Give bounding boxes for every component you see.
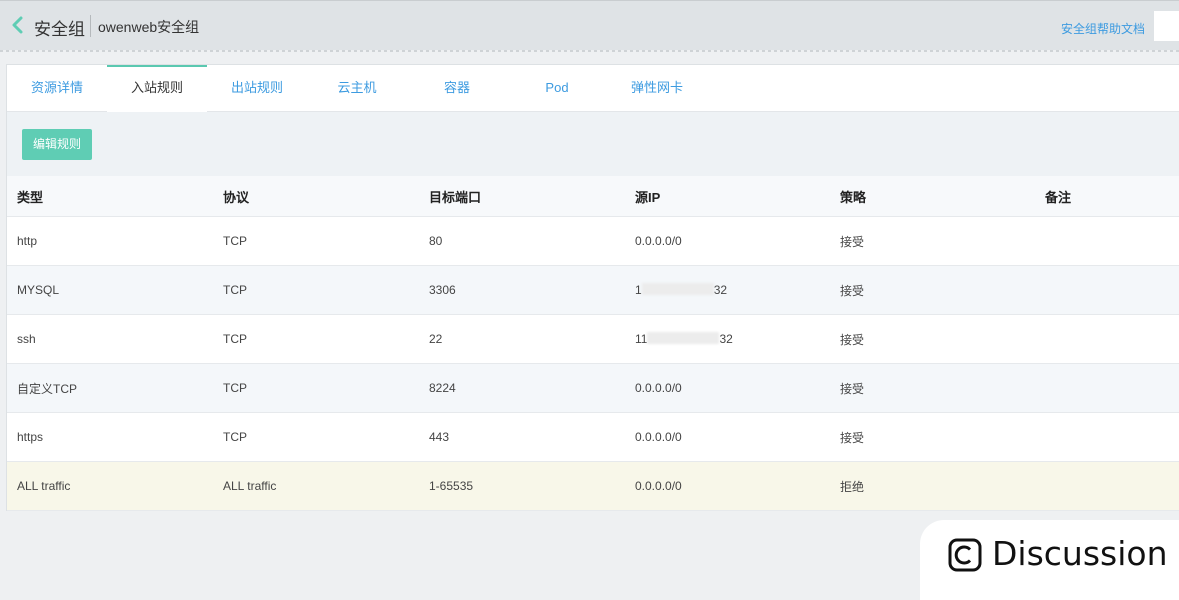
tab-inbound-rules[interactable]: 入站规则 xyxy=(107,65,207,112)
page-header: 安全组 owenweb安全组 安全组帮助文档 xyxy=(0,0,1179,52)
cell-type: 自定义TCP xyxy=(7,363,213,413)
cell-port: 8224 xyxy=(419,363,625,413)
cell-type: ssh xyxy=(7,314,213,364)
tab-cloud-hosts[interactable]: 云主机 xyxy=(307,65,407,112)
copyright-c-icon xyxy=(948,538,982,572)
help-doc-link[interactable]: 安全组帮助文档 xyxy=(1061,20,1145,37)
cell-policy: 接受 xyxy=(830,216,1035,266)
cell-type: https xyxy=(7,412,213,462)
cell-protocol: TCP xyxy=(213,363,419,413)
toolbar: 编辑规则 xyxy=(7,112,1179,176)
table-header-row: 类型 协议 目标端口 源IP 策略 备注 xyxy=(7,176,1179,217)
cell-source-ip: 11 32 xyxy=(625,314,830,364)
cell-source-ip: 1 32 xyxy=(625,265,830,315)
tab-pod[interactable]: Pod xyxy=(507,65,607,112)
source-ip-prefix: 0.0.0.0/0 xyxy=(635,381,682,395)
table-row: ssh TCP 22 11 32 接受 xyxy=(7,314,1179,364)
column-header-note: 备注 xyxy=(1035,176,1179,217)
cell-type: MYSQL xyxy=(7,265,213,315)
tab-elastic-nic[interactable]: 弹性网卡 xyxy=(607,65,707,112)
cell-protocol: TCP xyxy=(213,216,419,266)
source-ip-prefix: 1 xyxy=(635,283,642,297)
source-ip-prefix: 0.0.0.0/0 xyxy=(635,234,682,248)
cell-source-ip: 0.0.0.0/0 xyxy=(625,216,830,266)
title-divider xyxy=(90,15,91,37)
rules-table-body: http TCP 80 0.0.0.0/0 接受 MYSQL TCP 3306 1 32 接受 ssh… xyxy=(7,216,1179,511)
tab-containers[interactable]: 容器 xyxy=(407,65,507,112)
column-header-protocol: 协议 xyxy=(213,176,419,217)
table-row: 自定义TCP TCP 8224 0.0.0.0/0 接受 xyxy=(7,363,1179,413)
cell-note xyxy=(1035,314,1179,364)
back-arrow-icon[interactable] xyxy=(10,15,26,35)
cell-policy: 接受 xyxy=(830,363,1035,413)
cell-port: 443 xyxy=(419,412,625,462)
cell-port: 1-65535 xyxy=(419,461,625,511)
column-header-policy: 策略 xyxy=(830,176,1035,217)
column-header-type: 类型 xyxy=(7,176,213,217)
discussion-badge[interactable]: Discussion xyxy=(920,520,1179,600)
table-row: https TCP 443 0.0.0.0/0 接受 xyxy=(7,412,1179,462)
cell-note xyxy=(1035,363,1179,413)
cell-source-ip: 0.0.0.0/0 xyxy=(625,461,830,511)
table-row: http TCP 80 0.0.0.0/0 接受 xyxy=(7,216,1179,266)
redacted-ip-mask xyxy=(641,283,714,295)
cell-source-ip: 0.0.0.0/0 xyxy=(625,412,830,462)
cell-policy: 接受 xyxy=(830,314,1035,364)
source-ip-prefix: 0.0.0.0/0 xyxy=(635,430,682,444)
column-header-source-ip: 源IP xyxy=(625,176,830,217)
cell-protocol: ALL traffic xyxy=(213,461,419,511)
tab-bar: 资源详情 入站规则 出站规则 云主机 容器 Pod 弹性网卡 xyxy=(7,65,1179,112)
cell-note xyxy=(1035,461,1179,511)
cell-note xyxy=(1035,216,1179,266)
source-ip-prefix: 11 xyxy=(635,332,648,346)
detail-panel: 资源详情 入站规则 出站规则 云主机 容器 Pod 弹性网卡 编辑规则 类型 协… xyxy=(6,64,1179,511)
column-header-port: 目标端口 xyxy=(419,176,625,217)
cell-type: ALL traffic xyxy=(7,461,213,511)
table-row: ALL traffic ALL traffic 1-65535 0.0.0.0/0 拒绝 xyxy=(7,461,1179,511)
cell-note xyxy=(1035,412,1179,462)
cell-policy: 接受 xyxy=(830,265,1035,315)
header-action-button[interactable] xyxy=(1154,11,1179,41)
cell-policy: 拒绝 xyxy=(830,461,1035,511)
source-ip-prefix: 0.0.0.0/0 xyxy=(635,479,682,493)
cell-protocol: TCP xyxy=(213,265,419,315)
cell-type: http xyxy=(7,216,213,266)
source-ip-suffix: 32 xyxy=(713,283,728,297)
edit-rules-button[interactable]: 编辑规则 xyxy=(22,129,92,160)
cell-port: 3306 xyxy=(419,265,625,315)
cell-protocol: TCP xyxy=(213,314,419,364)
security-group-name: owenweb安全组 xyxy=(98,19,200,35)
tab-outbound-rules[interactable]: 出站规则 xyxy=(207,65,307,112)
cell-source-ip: 0.0.0.0/0 xyxy=(625,363,830,413)
cell-policy: 接受 xyxy=(830,412,1035,462)
source-ip-suffix: 32 xyxy=(719,332,733,346)
discussion-label: Discussion xyxy=(992,534,1168,573)
page-title: 安全组 xyxy=(34,20,85,39)
redacted-ip-mask xyxy=(647,332,720,344)
cell-note xyxy=(1035,265,1179,315)
cell-port: 80 xyxy=(419,216,625,266)
table-row: MYSQL TCP 3306 1 32 接受 xyxy=(7,265,1179,315)
inbound-rules-table: 类型 协议 目标端口 源IP 策略 备注 http TCP 80 0.0.0.0/0 接… xyxy=(7,176,1179,511)
cell-port: 22 xyxy=(419,314,625,364)
tab-resource-details[interactable]: 资源详情 xyxy=(7,65,107,112)
cell-protocol: TCP xyxy=(213,412,419,462)
